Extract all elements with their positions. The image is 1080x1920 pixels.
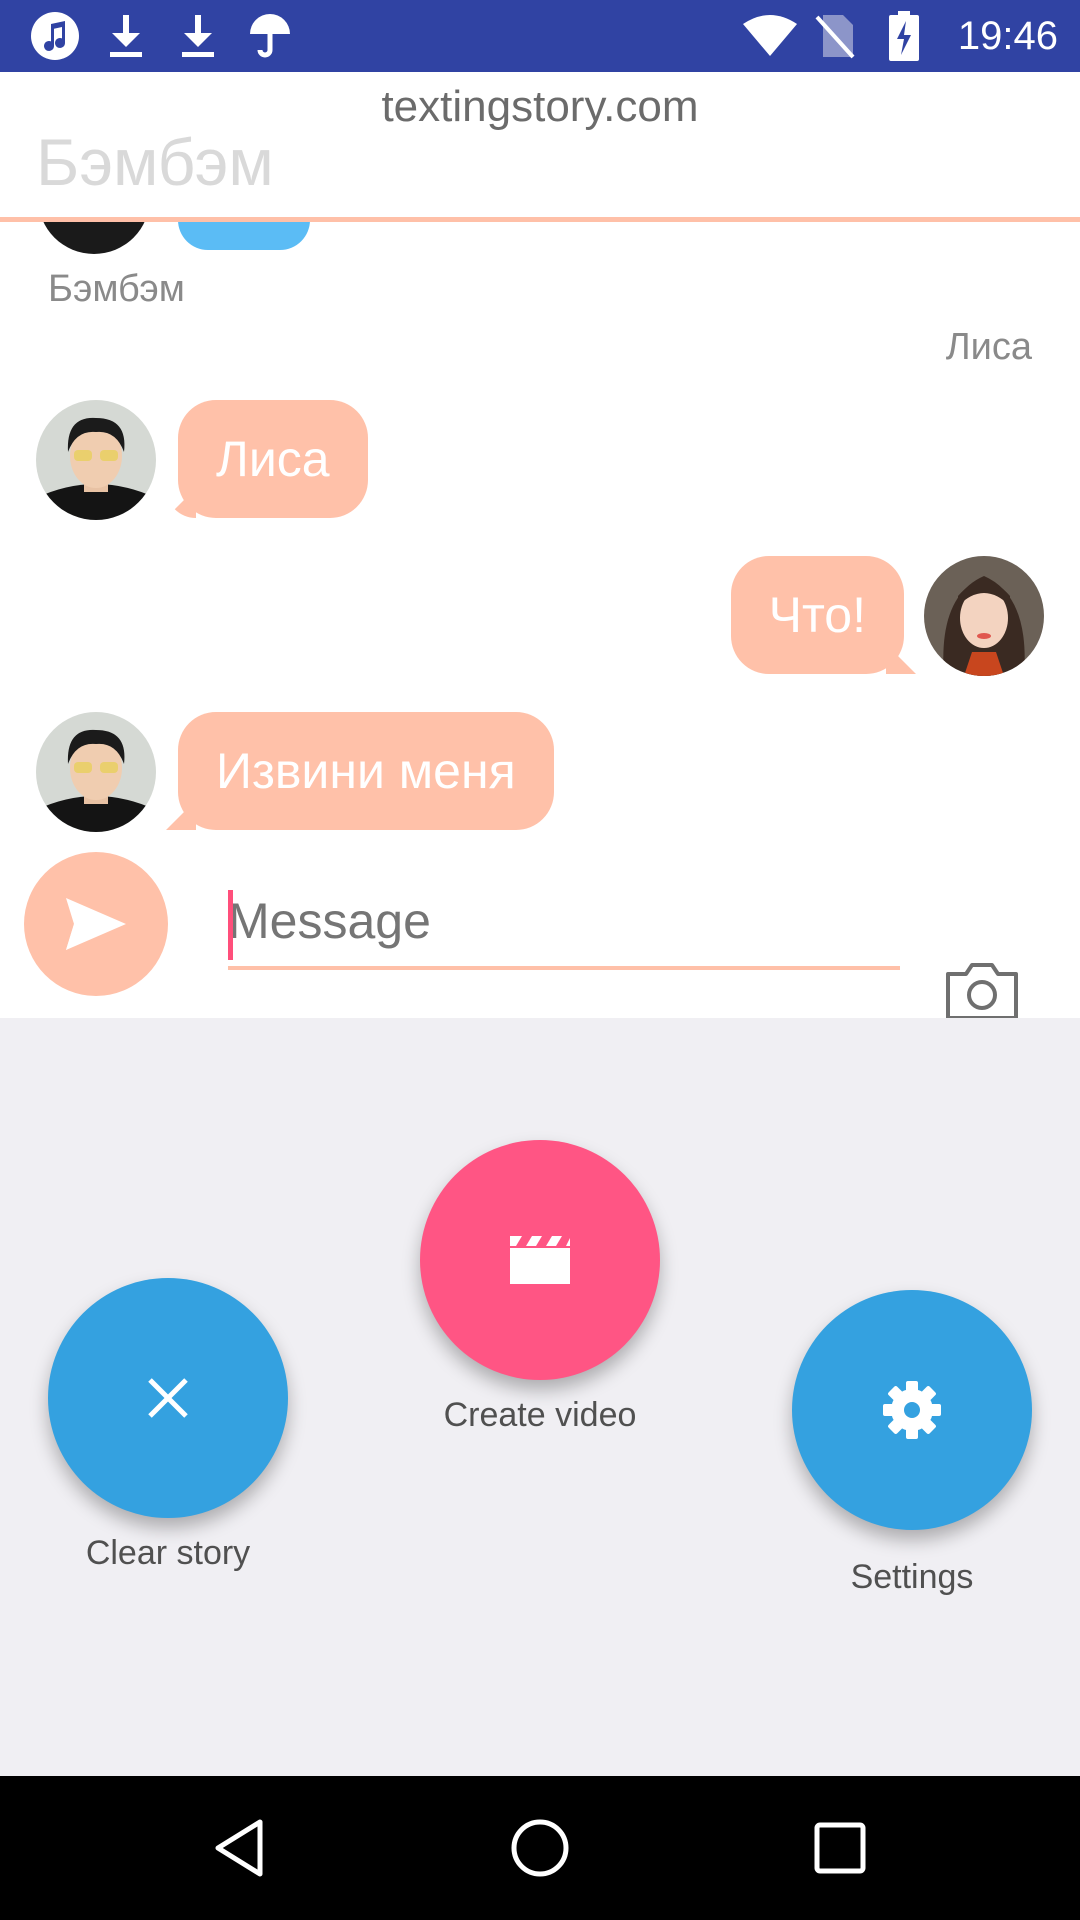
navigation-bar: [0, 1776, 1080, 1920]
message-bubble[interactable]: Что!: [730, 556, 916, 674]
music-icon: [28, 10, 82, 62]
sender-name: Бэмбэм: [48, 268, 185, 310]
text-cursor: [228, 890, 233, 960]
settings-button[interactable]: [792, 1290, 1032, 1530]
recents-button[interactable]: [800, 1808, 880, 1888]
clear-story-button[interactable]: [48, 1278, 288, 1518]
home-button[interactable]: [500, 1808, 580, 1888]
girl-avatar[interactable]: [924, 556, 1044, 676]
boy-avatar[interactable]: [36, 712, 156, 832]
message-underline: [228, 966, 900, 970]
message-bubble[interactable]: Извини меня: [166, 712, 554, 830]
camera-icon: [946, 963, 1018, 1018]
no-sim-icon: [812, 10, 858, 62]
watermark: textingstory.com: [381, 82, 699, 131]
camera-button[interactable]: [944, 960, 1020, 1018]
message-input[interactable]: [228, 884, 900, 958]
create-video-button[interactable]: [420, 1140, 660, 1380]
sender-name-right: Лиса: [945, 326, 1032, 368]
create-video-label: Create video: [443, 1396, 637, 1434]
message-text: Что!: [768, 587, 866, 643]
status-bar: 19:46: [0, 0, 1080, 72]
umbrella-icon: [244, 10, 296, 62]
send-icon: [66, 898, 126, 950]
recents-icon: [814, 1822, 866, 1874]
settings-label: Settings: [850, 1558, 974, 1596]
title-underline: [0, 217, 1080, 222]
boy-avatar[interactable]: [36, 400, 156, 520]
home-icon: [511, 1819, 569, 1877]
clock: 19:46: [957, 14, 1058, 58]
wifi-icon: [740, 10, 800, 62]
screen: 19:46 Бэмбэм Бэмбэм textingstory.com Лис…: [0, 0, 1080, 1920]
back-button[interactable]: [200, 1808, 280, 1888]
download-icon: [102, 10, 150, 62]
bubble-tail: [886, 644, 916, 674]
close-icon: [148, 1378, 188, 1418]
message-bubble[interactable]: Лиса: [166, 400, 368, 518]
clapperboard-icon: [510, 1236, 570, 1284]
back-icon: [215, 1819, 263, 1877]
gear-icon: [883, 1381, 941, 1439]
chat-area: Бэмбэм Бэмбэм textingstory.com Лиса Лиса: [0, 72, 1080, 1018]
send-button[interactable]: [24, 852, 168, 996]
clear-story-label: Clear story: [85, 1534, 251, 1572]
bubble-tail: [166, 488, 196, 518]
battery-charging-icon: [884, 10, 924, 62]
bubble-tail: [166, 800, 196, 830]
story-title-input[interactable]: Бэмбэм: [36, 124, 274, 200]
message-text: Лиса: [216, 431, 330, 487]
download-icon: [174, 10, 222, 62]
message-text: Извини меня: [216, 743, 516, 799]
